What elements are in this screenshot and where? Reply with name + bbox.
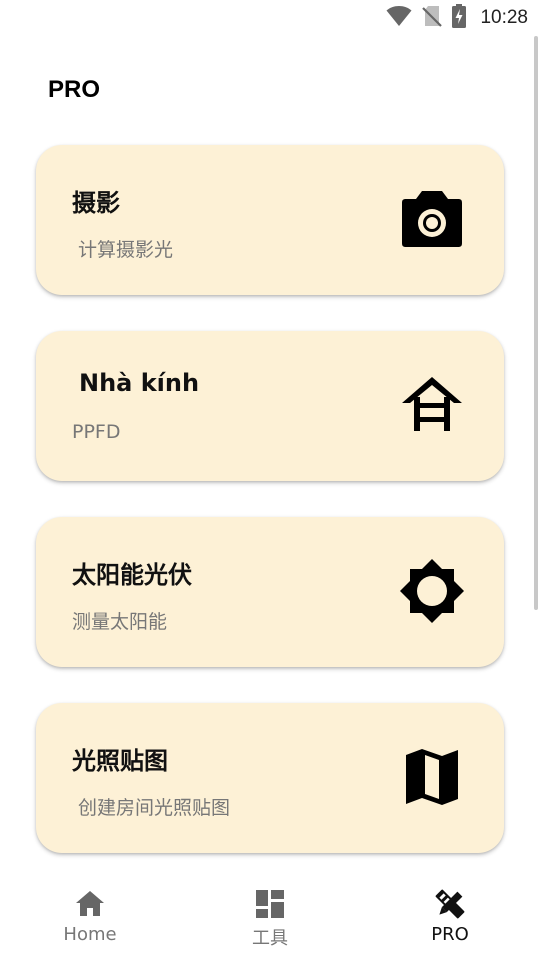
nav-label-pro: PRO <box>431 924 469 945</box>
camera-icon <box>400 187 464 251</box>
card-subtitle: PPFD <box>72 421 121 443</box>
card-title: 摄影 <box>72 189 120 217</box>
scrollbar[interactable] <box>534 36 538 610</box>
card-light-map[interactable]: 光照贴图 创建房间光照贴图 <box>36 703 504 853</box>
nav-label-home: Home <box>63 924 117 945</box>
screen: 10:28 PRO 摄影 计算摄影光 Nhà kính PPFD 太阳能光伏 测… <box>0 0 540 960</box>
home-icon <box>74 888 106 920</box>
card-subtitle: 测量太阳能 <box>72 611 168 633</box>
bottom-navigation: Home 工具 PRO <box>0 864 540 960</box>
nav-label-tools: 工具 <box>252 928 288 949</box>
status-time: 10:28 <box>480 7 528 28</box>
card-title: Nhà kính <box>79 369 200 397</box>
brightness-icon <box>400 559 464 623</box>
card-subtitle: 创建房间光照贴图 <box>78 797 231 819</box>
card-photography[interactable]: 摄影 计算摄影光 <box>36 145 504 295</box>
nav-item-tools[interactable]: 工具 <box>210 864 330 960</box>
status-bar: 10:28 <box>0 0 540 36</box>
design-tools-icon <box>434 888 466 920</box>
card-title: 太阳能光伏 <box>72 561 192 589</box>
status-icons: 10:28 <box>386 4 528 32</box>
nav-item-pro[interactable]: PRO <box>390 864 510 960</box>
card-solar-pv[interactable]: 太阳能光伏 测量太阳能 <box>36 517 504 667</box>
wifi-icon <box>386 5 412 31</box>
no-sim-icon <box>422 5 443 31</box>
greenhouse-icon <box>400 373 464 437</box>
nav-item-home[interactable]: Home <box>30 864 150 960</box>
card-subtitle: 计算摄影光 <box>78 239 174 261</box>
battery-charging-icon <box>452 4 467 32</box>
dashboard-icon <box>254 888 286 920</box>
card-greenhouse[interactable]: Nhà kính PPFD <box>36 331 504 481</box>
page-title: PRO <box>48 76 101 103</box>
card-title: 光照贴图 <box>72 747 168 775</box>
map-icon <box>400 745 464 809</box>
